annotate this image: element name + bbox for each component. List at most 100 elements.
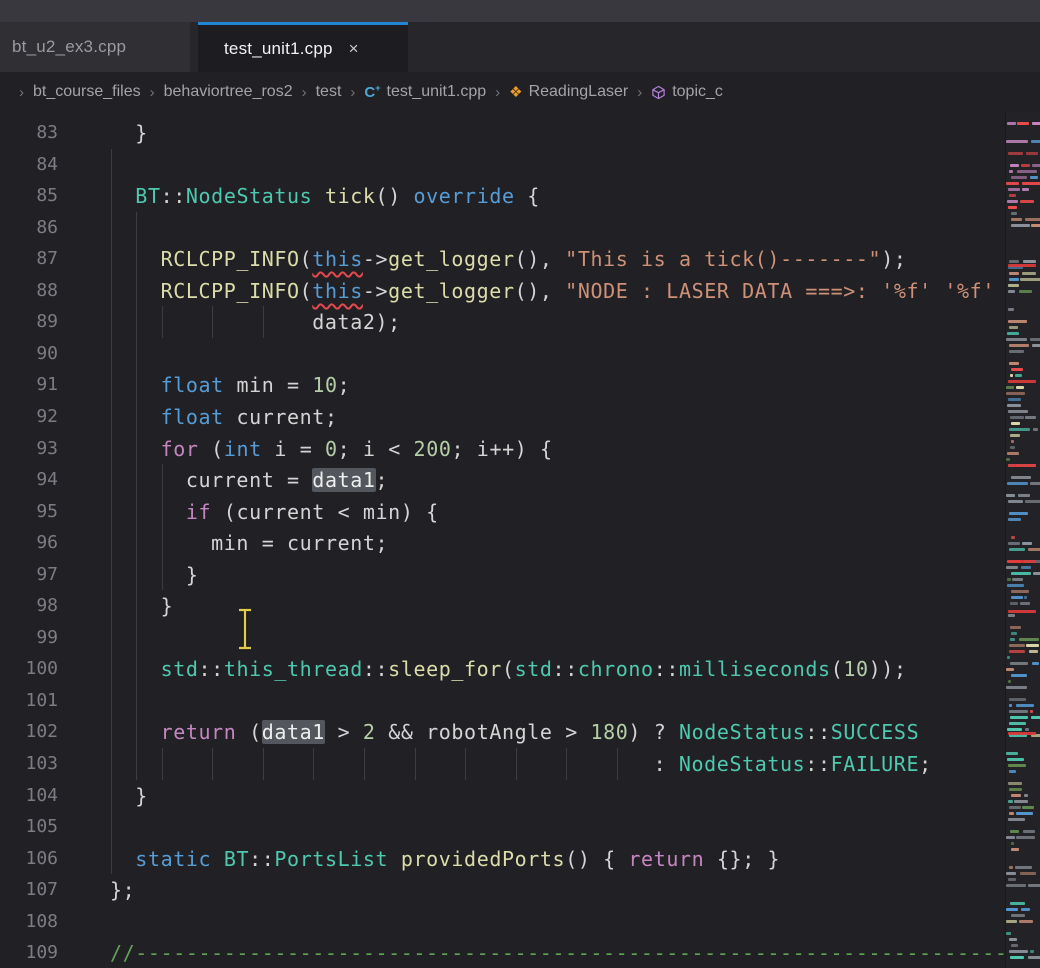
code-line-91[interactable]: float min = 10; (110, 369, 350, 401)
line-number[interactable]: 100 (0, 653, 58, 685)
breadcrumb-item-topic-c[interactable]: topic_c (651, 83, 723, 101)
code-token: ++) { (489, 437, 552, 461)
minimap-mark (1007, 656, 1010, 659)
line-number[interactable]: 89 (0, 306, 58, 338)
minimap-mark (1009, 170, 1013, 173)
minimap-mark (1006, 458, 1010, 461)
minimap-mark (1017, 170, 1036, 173)
indent-guide (263, 306, 264, 338)
minimap-mark (1009, 812, 1014, 815)
line-number[interactable]: 87 (0, 243, 58, 275)
code-token (110, 563, 186, 587)
minimap-mark (1011, 590, 1029, 593)
line-number[interactable]: 91 (0, 369, 58, 401)
line-number[interactable]: 88 (0, 275, 58, 307)
minimap-mark (1012, 578, 1023, 581)
line-number[interactable]: 102 (0, 716, 58, 748)
breadcrumb-item-readinglaser[interactable]: ❖ReadingLaser (509, 83, 628, 101)
code-token: > (553, 720, 591, 744)
line-number-gutter[interactable]: 8384858687888990919293949596979899100101… (0, 112, 62, 968)
minimap-mark (1011, 440, 1014, 443)
indent-guide (263, 748, 264, 780)
breadcrumb-item-test-unit1-cpp[interactable]: C+test_unit1.cpp (364, 83, 486, 101)
code-token (312, 184, 325, 208)
breadcrumb-item-behaviortree-ros2[interactable]: behaviortree_ros2 (164, 83, 293, 101)
code-token: ( (211, 500, 236, 524)
line-number[interactable]: 96 (0, 527, 58, 559)
line-number[interactable]: 97 (0, 559, 58, 591)
indent-guide (162, 748, 163, 780)
indent-guide (162, 306, 163, 338)
code-token: return (628, 847, 704, 871)
code-token: :: (161, 184, 186, 208)
minimap-mark (1009, 362, 1019, 365)
close-icon[interactable]: × (349, 39, 359, 59)
code-line-85[interactable]: BT::NodeStatus tick() override { (110, 180, 540, 212)
line-number[interactable]: 90 (0, 338, 58, 370)
line-number[interactable]: 84 (0, 149, 58, 181)
line-number[interactable]: 107 (0, 874, 58, 906)
minimap-mark (1025, 218, 1040, 221)
line-number[interactable]: 93 (0, 433, 58, 465)
code-token: ( (199, 437, 224, 461)
code-token (110, 784, 135, 808)
line-number[interactable]: 106 (0, 843, 58, 875)
code-line-94[interactable]: current = data1; (110, 464, 388, 496)
minimap-mark (1008, 308, 1014, 311)
code-token: //--------------------------------------… (110, 941, 1006, 965)
minimap-mark (1020, 602, 1030, 605)
code-line-102[interactable]: return (data1 > 2 && robotAngle > 180) ?… (110, 716, 919, 748)
code-line-98[interactable]: } (110, 590, 173, 622)
indent-guide (212, 306, 213, 338)
code-token: (), (515, 279, 566, 303)
code-token: = (249, 531, 287, 555)
line-number[interactable]: 105 (0, 811, 58, 843)
line-number[interactable]: 108 (0, 906, 58, 938)
code-line-103[interactable]: : NodeStatus::FAILURE; (110, 748, 932, 780)
code-line-104[interactable]: } (110, 780, 148, 812)
cpp-file-icon: C+ (364, 83, 380, 101)
code-line-100[interactable]: std::this_thread::sleep_for(std::chrono:… (110, 653, 907, 685)
line-number[interactable]: 109 (0, 937, 58, 968)
code-line-92[interactable]: float current; (110, 401, 338, 433)
line-number[interactable]: 101 (0, 685, 58, 717)
code-line-83[interactable]: } (110, 117, 148, 149)
code-token (110, 279, 161, 303)
code-line-93[interactable]: for (int i = 0; i < 200; i++) { (110, 433, 553, 465)
code-token: } (161, 594, 174, 618)
breadcrumb-label: test (316, 83, 342, 101)
code-line-109[interactable]: //--------------------------------------… (110, 937, 1006, 968)
code-line-96[interactable]: min = current; (110, 527, 388, 559)
tab-bt-u2-ex3[interactable]: bt_u2_ex3.cpp (0, 22, 190, 72)
minimap[interactable] (1005, 112, 1040, 968)
code-token: = (274, 468, 312, 492)
code-line-107[interactable]: }; (110, 874, 135, 906)
minimap-mark (1009, 866, 1013, 869)
minimap-mark (1007, 584, 1024, 587)
line-number[interactable]: 85 (0, 180, 58, 212)
breadcrumb-item-test[interactable]: test (316, 83, 342, 101)
line-number[interactable]: 83 (0, 117, 58, 149)
code-line-88[interactable]: RCLCPP_INFO(this->get_logger(), "NODE : … (110, 275, 995, 307)
code-line-89[interactable]: data2); (110, 306, 401, 338)
code-line-97[interactable]: } (110, 559, 199, 591)
minimap-mark (1011, 422, 1020, 425)
editor[interactable]: 8384858687888990919293949596979899100101… (0, 112, 1040, 968)
code-token: "This is a tick()-------" (565, 247, 881, 271)
code-line-106[interactable]: static BT::PortsList providedPorts() { r… (110, 843, 780, 875)
breadcrumb-item-bt-course-files[interactable]: bt_course_files (33, 83, 141, 101)
line-number[interactable]: 94 (0, 464, 58, 496)
line-number[interactable]: 95 (0, 496, 58, 528)
line-number[interactable]: 99 (0, 622, 58, 654)
line-number[interactable]: 103 (0, 748, 58, 780)
line-number[interactable]: 86 (0, 212, 58, 244)
code-token (110, 373, 161, 397)
code-area[interactable]: } BT::NodeStatus tick() override { RCLCP… (110, 112, 1006, 968)
code-token: } (135, 784, 148, 808)
line-number[interactable]: 92 (0, 401, 58, 433)
line-number[interactable]: 104 (0, 780, 58, 812)
tab-test-unit1[interactable]: test_unit1.cpp × (198, 22, 408, 72)
line-number[interactable]: 98 (0, 590, 58, 622)
code-line-95[interactable]: if (current < min) { (110, 496, 439, 528)
code-line-87[interactable]: RCLCPP_INFO(this->get_logger(), "This is… (110, 243, 907, 275)
